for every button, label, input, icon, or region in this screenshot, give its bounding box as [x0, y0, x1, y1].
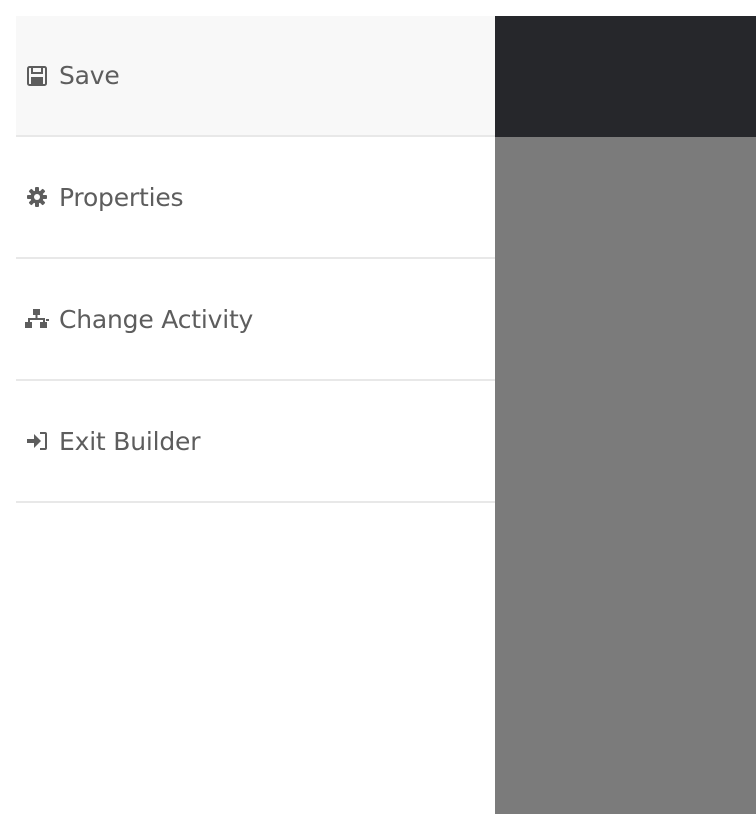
menu-item-label: Properties [59, 182, 184, 212]
menu-item-save[interactable]: Save [16, 16, 495, 137]
sitemap-icon [25, 307, 49, 331]
menu-item-label: Exit Builder [59, 426, 201, 456]
menu-item-label: Save [59, 61, 120, 90]
menu-item-label: Change Activity [59, 304, 254, 334]
menu-item-properties[interactable]: Properties [16, 137, 495, 259]
builder-screen: Save Properties Change Activity Exit Bui… [0, 0, 756, 814]
top-bar [495, 16, 756, 137]
modal-backdrop[interactable] [495, 137, 756, 814]
save-icon [25, 64, 49, 88]
sign-in-icon [25, 429, 49, 453]
side-menu: Save Properties Change Activity Exit Bui… [16, 16, 495, 814]
gear-icon [25, 185, 49, 209]
menu-item-change-activity[interactable]: Change Activity [16, 259, 495, 381]
menu-item-exit-builder[interactable]: Exit Builder [16, 381, 495, 503]
